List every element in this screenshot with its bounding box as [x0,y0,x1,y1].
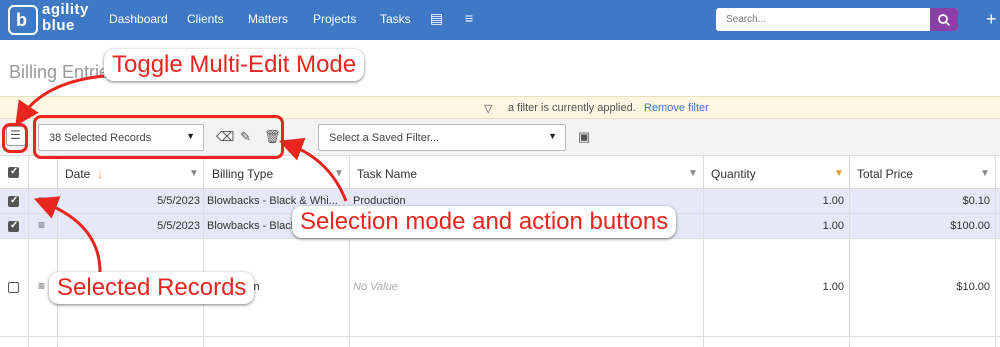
select-all-checkbox[interactable] [8,166,19,178]
toggle-highlight-box [2,123,28,153]
logo-line2: blue [42,17,75,34]
grid-header: Date ↓ ▼ Billing Type ▼ Task Name ▼ Quan… [0,156,1000,189]
column-header-total-price[interactable]: Total Price [857,167,913,181]
cell-date: 5/5/2023 [157,220,200,232]
row-checkbox[interactable] [8,282,19,293]
logo-mark-icon: b [8,5,38,35]
row-checkbox[interactable] [8,195,19,207]
cell-task-name: No Value [353,281,398,293]
cell-total-price: $100.00 [950,220,990,232]
filter-icon[interactable]: ▼ [980,168,990,179]
search-box [716,8,958,31]
toggle-multi-edit-callout: Toggle Multi-Edit Mode [104,49,365,81]
page-title: Billing Entries [9,62,119,82]
nav-tasks[interactable]: Tasks [380,12,411,26]
nav-clients[interactable]: Clients [187,12,224,26]
column-header-quantity[interactable]: Quantity [711,167,756,181]
cell-date: 5/5/2023 [157,195,200,207]
agility-blue-logo[interactable]: b agility blue [8,2,98,38]
nav-projects[interactable]: Projects [313,12,356,26]
active-filter-icon[interactable]: ▼ [834,168,844,179]
remove-filter-link[interactable]: Remove filter [644,102,709,114]
filter-icon: ▽ [484,103,493,115]
logo-line1: agility [42,1,89,18]
search-button[interactable] [930,8,958,31]
drag-handle-icon[interactable]: ≡ [38,193,45,207]
row-checkbox[interactable] [8,220,19,232]
nav-matters[interactable]: Matters [248,12,288,26]
cell-quantity: 1.00 [822,220,844,232]
drag-handle-icon[interactable]: ≡ [38,218,45,232]
hamburger-menu-icon[interactable]: ≡ [465,10,473,26]
cell-total-price: $0.10 [962,195,990,207]
filter-icon[interactable]: ▼ [189,168,199,179]
selection-highlight-box [33,115,284,159]
filter-icon[interactable]: ▼ [688,168,698,179]
cell-quantity: 1.00 [822,281,844,293]
nav-dashboard[interactable]: Dashboard [109,12,168,26]
filter-icon[interactable]: ▼ [334,168,344,179]
search-icon [938,14,951,27]
chevron-down-icon: ▼ [548,131,557,141]
top-navbar: b agility blue Dashboard Clients Matters… [0,0,1000,40]
drag-handle-icon[interactable]: ≡ [38,279,45,293]
cell-total-price: $10.00 [956,281,990,293]
saved-filter-dropdown[interactable]: Select a Saved Filter... ▼ [318,124,566,151]
selection-mode-callout: Selection mode and action buttons [292,206,677,238]
filter-notice-text: a filter is currently applied. [508,102,636,114]
search-input[interactable] [716,8,930,31]
sort-desc-icon[interactable]: ↓ [97,167,103,181]
plus-icon[interactable]: + [986,9,997,30]
calculator-icon[interactable]: ▤ [430,10,443,27]
selected-records-callout: Selected Records [49,272,255,304]
column-header-billing-type[interactable]: Billing Type [212,167,273,181]
column-header-task-name[interactable]: Task Name [357,167,417,181]
save-filter-icon[interactable]: ▣ [578,129,590,145]
saved-filter-placeholder: Select a Saved Filter... [329,132,440,144]
column-header-date[interactable]: Date [65,167,90,181]
cell-quantity: 1.00 [822,195,844,207]
